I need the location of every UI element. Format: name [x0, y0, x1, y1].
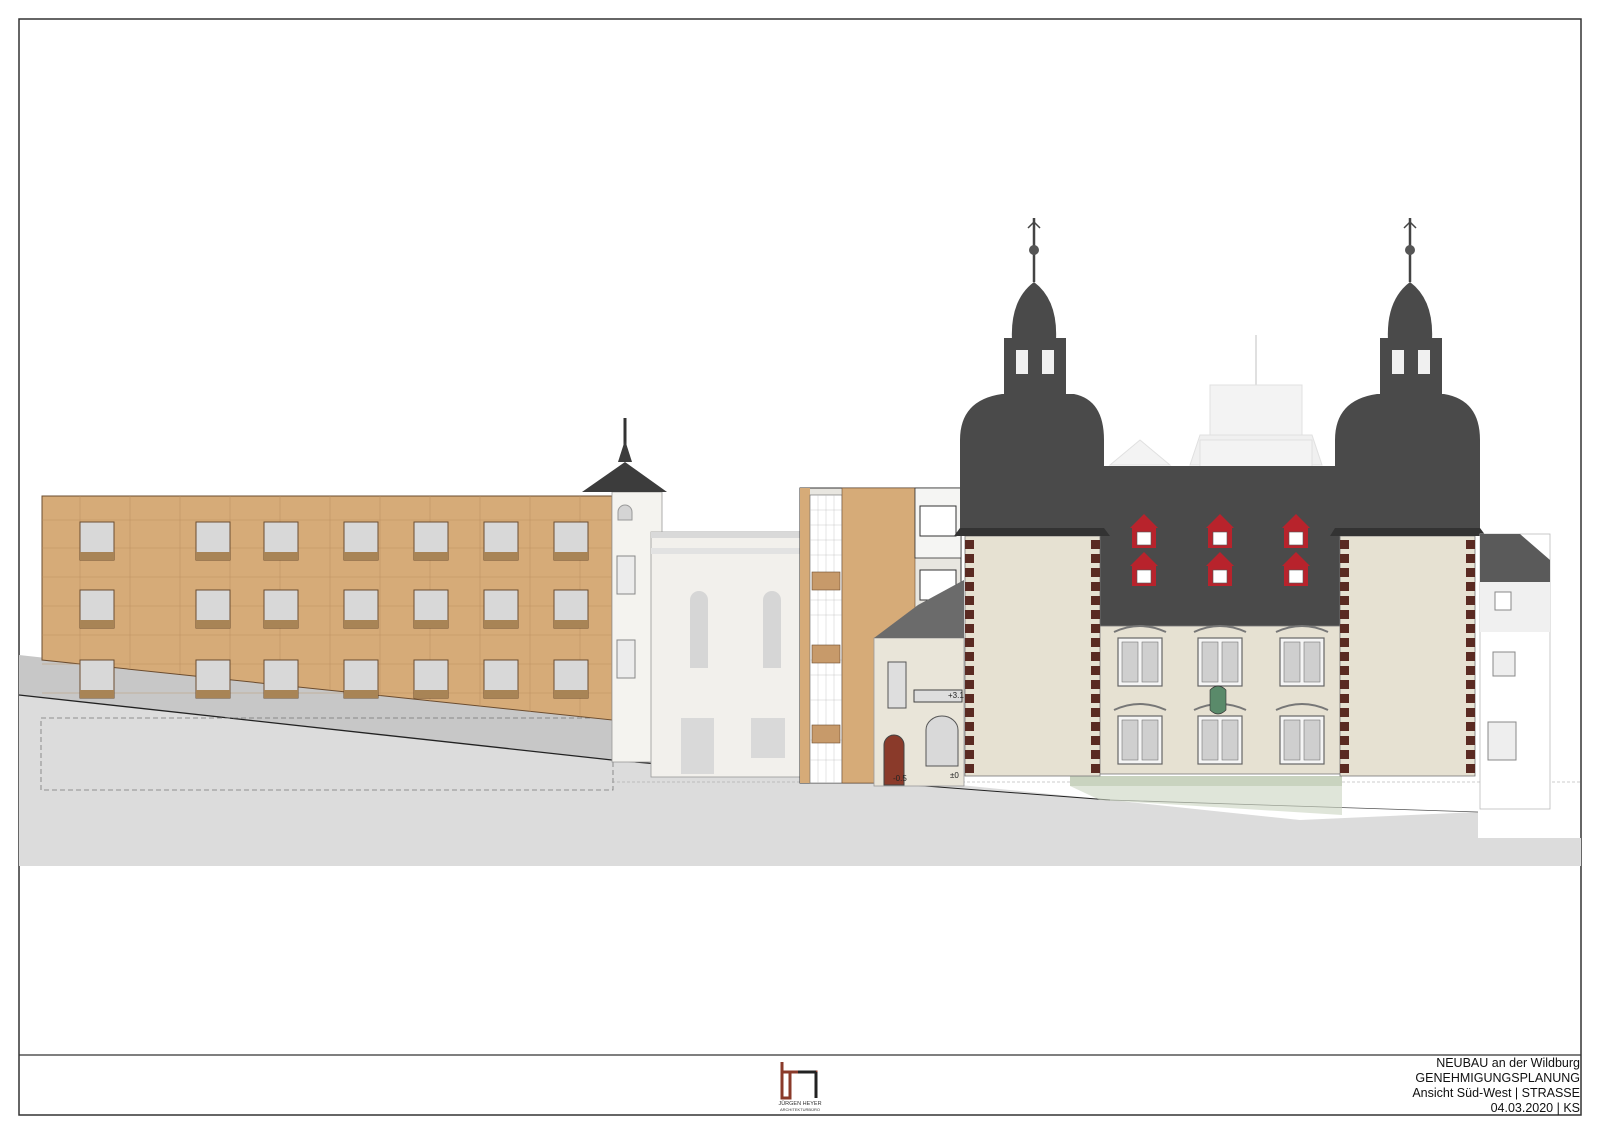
elevation-drawing: -0.5 +3.1 ±0: [18, 18, 1582, 1116]
castle-tower-right: [1330, 218, 1486, 777]
neighbour-building: [1479, 533, 1551, 810]
level-marker-1: ±0: [950, 771, 959, 780]
church-building: [650, 531, 801, 778]
logo-subtitle: ARCHITEKTURBÜRO: [780, 1107, 820, 1112]
architect-logo: JÜRGEN HEYER ARCHITEKTURBÜRO: [772, 1058, 828, 1114]
planning-phase: GENEHMIGUNGSPLANUNG: [1415, 1071, 1580, 1085]
title-block: NEUBAU an der Wildburg GENEHMIGUNGSPLANU…: [1280, 1056, 1580, 1116]
level-marker-3: +3.1: [948, 691, 964, 700]
level-marker-2: -0.5: [893, 774, 907, 783]
castle-tower-left: [954, 218, 1110, 777]
background-tower: [1108, 335, 1323, 469]
logo-name: JÜRGEN HEYER: [778, 1100, 821, 1107]
castle: [954, 218, 1486, 815]
date-author: 04.03.2020 | KS: [1490, 1101, 1580, 1115]
project-title: NEUBAU an der Wildburg: [1436, 1056, 1580, 1070]
logo-mark-icon: [780, 1062, 818, 1100]
view-label: Ansicht Süd-West | STRASSE: [1412, 1086, 1580, 1100]
